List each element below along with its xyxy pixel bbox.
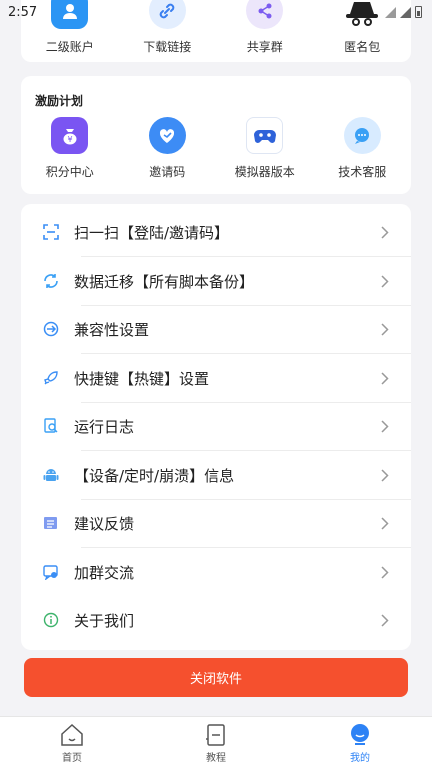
menu-item-about-us[interactable]: 关于我们 xyxy=(21,596,411,645)
status-icons xyxy=(385,6,422,18)
grid-label: 积分中心 xyxy=(45,165,94,179)
grid-label: 下载链接 xyxy=(143,40,192,54)
menu-item-feedback[interactable]: 建议反馈 xyxy=(21,499,411,548)
menu-label: 建议反馈 xyxy=(74,514,135,533)
nav-label: 首页 xyxy=(62,753,82,764)
menu-item-device-info[interactable]: 【设备/定时/崩溃】信息 xyxy=(21,451,411,500)
grid-item-emulator[interactable]: 模拟器版本 xyxy=(216,117,314,180)
bottom-nav: 首页 教程 我的 xyxy=(0,716,432,768)
grid-label: 模拟器版本 xyxy=(234,165,295,179)
chevron-right-icon xyxy=(381,614,389,627)
support-chat-icon xyxy=(343,117,381,154)
scan-icon xyxy=(42,223,60,241)
menu-item-run-log[interactable]: 运行日志 xyxy=(21,402,411,451)
chevron-right-icon xyxy=(381,275,389,288)
sync-icon xyxy=(42,272,60,290)
nav-item-tutorial[interactable]: 教程 xyxy=(144,717,288,768)
log-search-icon xyxy=(42,417,60,435)
menu-label: 关于我们 xyxy=(74,611,135,630)
menu-label: 【设备/定时/崩溃】信息 xyxy=(74,466,235,485)
grid-item-invite-code[interactable]: 邀请码 xyxy=(119,117,217,180)
nav-label: 我的 xyxy=(350,753,370,764)
grid-label: 邀请码 xyxy=(149,165,186,179)
tutorial-icon xyxy=(206,724,225,746)
feedback-icon xyxy=(42,514,60,532)
invite-heart-icon xyxy=(148,117,186,154)
grid-label: 技术客服 xyxy=(338,165,387,179)
chevron-right-icon xyxy=(381,566,389,579)
nav-item-home[interactable]: 首页 xyxy=(0,717,144,768)
menu-item-join-group[interactable]: 加群交流 xyxy=(21,548,411,597)
chevron-right-icon xyxy=(381,323,389,336)
close-app-button[interactable]: 关闭软件 xyxy=(24,658,408,697)
menu-label: 数据迁移【所有脚本备份】 xyxy=(74,272,255,291)
menu-label: 加群交流 xyxy=(74,563,135,582)
menu-label: 快捷键【热键】设置 xyxy=(74,369,210,388)
menu-label: 扫一扫【登陆/邀请码】 xyxy=(74,223,230,242)
incentive-card: 激励计划 ¥ 积分中心 邀请码 模拟器版本 技术客服 xyxy=(21,76,411,194)
gamepad-icon xyxy=(246,117,284,154)
android-icon xyxy=(42,466,60,484)
grid-item-points-center[interactable]: ¥ 积分中心 xyxy=(21,117,119,180)
nav-item-profile[interactable]: 我的 xyxy=(288,717,432,768)
chevron-right-icon xyxy=(381,226,389,239)
signal-icon xyxy=(400,6,411,18)
menu-label: 运行日志 xyxy=(74,417,135,436)
grid-label: 二级账户 xyxy=(45,40,94,54)
chevron-right-icon xyxy=(381,372,389,385)
svg-text:¥: ¥ xyxy=(67,135,72,144)
chevron-right-icon xyxy=(381,420,389,433)
section-title: 激励计划 xyxy=(35,94,84,108)
battery-icon xyxy=(415,6,422,18)
menu-label: 兼容性设置 xyxy=(74,320,150,339)
rocket-icon xyxy=(42,369,60,387)
menu-item-data-migration[interactable]: 数据迁移【所有脚本备份】 xyxy=(21,257,411,306)
menu-item-compatibility[interactable]: 兼容性设置 xyxy=(21,305,411,354)
status-time: 2:57 xyxy=(8,4,38,20)
profile-icon xyxy=(351,724,369,745)
nav-label: 教程 xyxy=(206,753,226,764)
grid-label: 匿名包 xyxy=(344,40,381,54)
menu-item-hotkeys[interactable]: 快捷键【热键】设置 xyxy=(21,354,411,403)
home-icon xyxy=(61,723,83,746)
settings-menu-card: 扫一扫【登陆/邀请码】 数据迁移【所有脚本备份】 兼容性设置 快捷键【热键】设置… xyxy=(21,204,411,650)
compat-icon xyxy=(42,320,60,338)
wifi-icon xyxy=(385,6,396,18)
status-bar: 2:57 xyxy=(0,0,432,24)
menu-item-scan[interactable]: 扫一扫【登陆/邀请码】 xyxy=(21,208,411,257)
points-bag-icon: ¥ xyxy=(51,117,89,154)
group-chat-icon xyxy=(42,563,60,581)
grid-item-tech-support[interactable]: 技术客服 xyxy=(314,117,412,180)
chevron-right-icon xyxy=(381,469,389,482)
grid-label: 共享群 xyxy=(246,40,283,54)
chevron-right-icon xyxy=(381,517,389,530)
info-icon xyxy=(42,611,60,629)
